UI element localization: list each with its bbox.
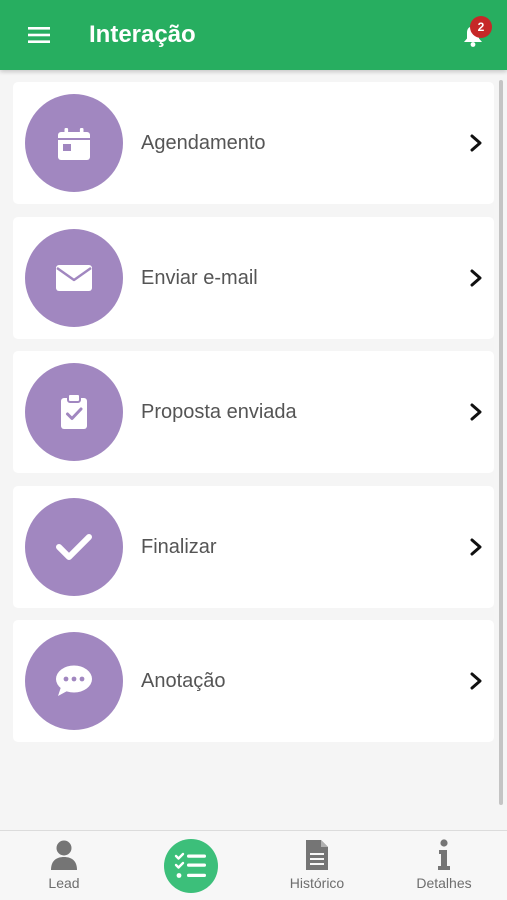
action-icon-circle	[25, 228, 123, 327]
tab-historico[interactable]: Histórico	[282, 831, 352, 900]
action-card-proposta-enviada[interactable]: Proposta enviada	[13, 351, 494, 473]
action-label: Finalizar	[141, 535, 217, 558]
check-icon	[56, 533, 92, 560]
chevron-right-icon	[470, 672, 482, 690]
tab-label: Lead	[48, 875, 80, 891]
checklist-icon	[174, 852, 206, 878]
action-icon-circle	[25, 94, 123, 192]
page-title: Interação	[89, 21, 196, 48]
action-list: Agendamento Enviar e-mail Proposta envia…	[13, 82, 494, 755]
tab-lead[interactable]: Lead	[34, 831, 94, 900]
hamburger-menu-icon	[28, 27, 50, 43]
chevron-right-icon	[470, 134, 482, 152]
tab-detalhes[interactable]: Detalhes	[409, 831, 479, 900]
chevron-right-icon	[470, 403, 482, 421]
scrollbar[interactable]	[499, 80, 503, 805]
notification-badge: 2	[470, 16, 492, 38]
checklist-tab-button[interactable]	[164, 839, 218, 893]
user-icon	[51, 840, 77, 870]
action-card-finalizar[interactable]: Finalizar	[13, 485, 494, 608]
chat-bubble-icon	[56, 665, 92, 696]
info-icon	[438, 839, 450, 870]
tab-label: Detalhes	[416, 875, 472, 891]
clipboard-check-icon	[61, 393, 87, 429]
action-icon-circle	[25, 632, 123, 730]
chevron-right-icon	[470, 269, 482, 286]
action-card-enviar-email[interactable]: Enviar e-mail	[13, 216, 494, 339]
action-label: Agendamento	[141, 132, 266, 154]
action-card-agendamento[interactable]: Agendamento	[13, 82, 494, 204]
action-icon-circle	[25, 363, 123, 461]
tab-label: Histórico	[289, 875, 345, 891]
envelope-icon	[56, 264, 92, 291]
action-label: Anotação	[141, 670, 226, 692]
bottom-nav: Lead Histórico Detalhes	[0, 830, 507, 900]
action-card-anotacao[interactable]: Anotação	[13, 620, 494, 742]
action-icon-circle	[25, 497, 123, 596]
action-label: Enviar e-mail	[141, 266, 258, 289]
chevron-right-icon	[470, 538, 482, 555]
action-label: Proposta enviada	[141, 401, 297, 423]
document-icon	[306, 840, 328, 870]
menu-button[interactable]	[22, 22, 58, 48]
app-bar: Interação 2	[0, 0, 507, 70]
calendar-icon	[58, 128, 90, 160]
